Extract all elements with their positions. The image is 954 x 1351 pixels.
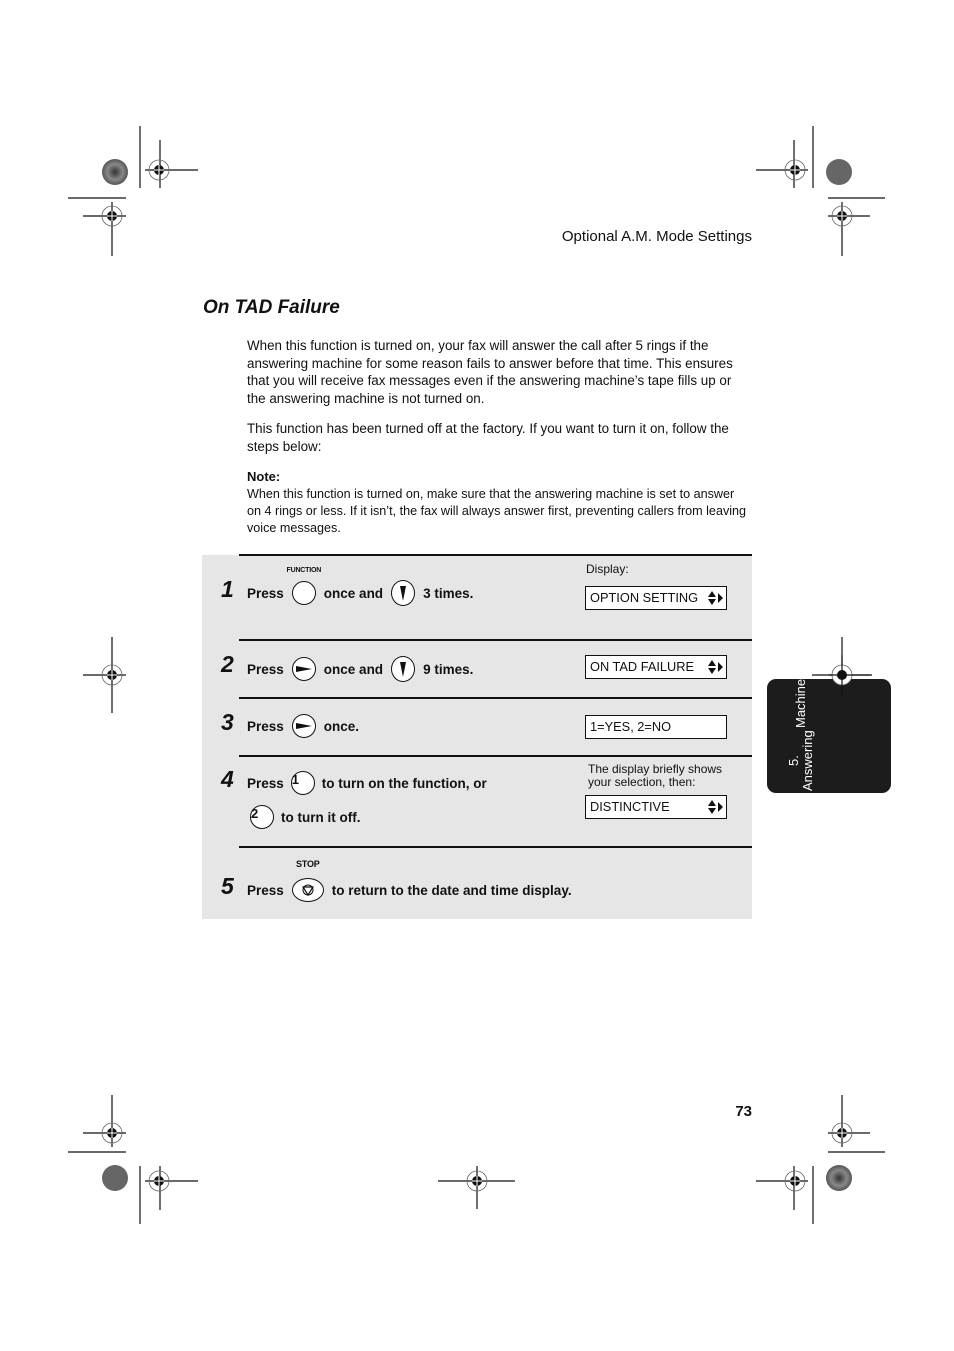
- note-text: When this function is turned on, make su…: [247, 487, 747, 535]
- chapter-tab-line-1: 5. Answering: [786, 730, 815, 791]
- step-text-press: Press: [247, 585, 284, 601]
- stop-label: STOP: [296, 859, 320, 869]
- lcd-text: OPTION SETTING: [590, 590, 699, 605]
- step-text-press: Press: [247, 882, 284, 898]
- right-arrow-button-icon: [291, 714, 316, 738]
- step-instruction: Press FUNCTION once and 3 times.: [247, 567, 474, 606]
- crop-marks-bottom-left: [68, 1095, 198, 1224]
- divider: [239, 846, 752, 848]
- crop-marks-top-left: [68, 126, 198, 256]
- lcd-display: ON TAD FAILURE: [585, 655, 727, 679]
- function-button-icon: FUNCTION: [287, 567, 321, 605]
- step-instruction: Press 1 to turn on the function, or: [247, 771, 487, 795]
- step-number: 5: [221, 873, 234, 899]
- crop-marks-bottom-right: [756, 1095, 885, 1224]
- intro-paragraph: When this function is turned on, your fa…: [247, 338, 733, 406]
- up-down-right-arrows-icon: [708, 591, 723, 605]
- key-2-button-icon: 2: [250, 805, 274, 829]
- step-text-end: once.: [323, 718, 360, 734]
- lcd-text: ON TAD FAILURE: [590, 659, 695, 674]
- divider: [239, 755, 752, 757]
- function-label: FUNCTION: [286, 567, 322, 574]
- steps-panel: 1 Press FUNCTION once and 3 times. Displ…: [202, 554, 752, 919]
- lcd-display: OPTION SETTING: [585, 586, 727, 610]
- crop-marks-mid-left: [83, 637, 126, 713]
- display-label: Display:: [586, 562, 629, 576]
- page-number: 73: [735, 1103, 752, 1120]
- step-text-mid: once and: [323, 661, 384, 677]
- note-label: Note:: [247, 469, 281, 484]
- step-text-end: to return to the date and time display.: [331, 882, 572, 898]
- step-instruction: Press STOP to return to the date and tim…: [247, 859, 572, 902]
- step-text-end: 3 times.: [423, 585, 474, 601]
- section-title: On TAD Failure: [203, 297, 340, 318]
- up-down-right-arrows-icon: [708, 800, 723, 814]
- stop-button-icon: STOP: [291, 859, 324, 902]
- crop-marks-bottom-center: [438, 1166, 515, 1209]
- up-down-right-arrows-icon: [708, 660, 723, 674]
- step-text-press: Press: [247, 718, 284, 734]
- divider: [239, 639, 752, 641]
- step-text-end: to turn it off.: [281, 809, 361, 825]
- right-arrow-button-icon: [291, 657, 316, 681]
- lcd-text: 1=YES, 2=NO: [590, 719, 672, 734]
- step-instruction-continued: 2 to turn it off.: [250, 805, 360, 829]
- divider: [239, 697, 752, 699]
- lcd-display: 1=YES, 2=NO: [585, 715, 727, 739]
- down-arrow-button-icon: [391, 580, 416, 606]
- step-number: 1: [221, 576, 234, 602]
- divider: [239, 554, 752, 556]
- lcd-display: DISTINCTIVE: [585, 795, 727, 819]
- running-header: Optional A.M. Mode Settings: [561, 228, 752, 245]
- lcd-text: DISTINCTIVE: [590, 799, 670, 814]
- step-text-press: Press: [247, 775, 284, 791]
- step-number: 4: [221, 766, 234, 792]
- step-number: 2: [221, 651, 234, 677]
- display-label: The display briefly shows your selection…: [588, 762, 723, 789]
- chapter-tab: 5. Answering Machine: [767, 679, 891, 793]
- step-instruction: Press once and 9 times.: [247, 656, 473, 682]
- key-1-button-icon: 1: [290, 771, 315, 795]
- step-number: 3: [221, 709, 234, 735]
- chapter-tab-line-2: Machine: [793, 679, 808, 729]
- instruction-paragraph: This function has been turned off at the…: [247, 421, 729, 454]
- step-text-end: 9 times.: [423, 661, 474, 677]
- step-text-mid: to turn on the function, or: [321, 775, 487, 791]
- step-text-press: Press: [247, 661, 284, 677]
- step-text-mid: once and: [323, 585, 384, 601]
- crop-marks-top-right: [756, 126, 885, 256]
- chapter-tab-label: 5. Answering Machine: [773, 679, 829, 793]
- step-instruction: Press once.: [247, 714, 359, 738]
- down-arrow-button-icon: [391, 656, 416, 682]
- registration-mark-on-tab: [812, 655, 872, 695]
